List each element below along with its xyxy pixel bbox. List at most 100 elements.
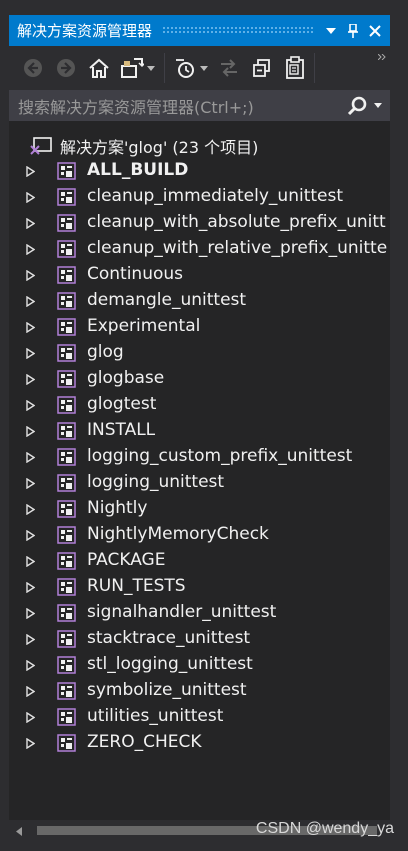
project-icon: [57, 682, 76, 700]
expand-arrow-icon[interactable]: [26, 348, 35, 359]
sync-with-active-document-button[interactable]: [215, 54, 243, 82]
expand-arrow-icon[interactable]: [26, 166, 35, 177]
expand-arrow-icon[interactable]: [26, 556, 35, 567]
expand-arrow-icon[interactable]: [26, 608, 35, 619]
properties-icon: [286, 56, 304, 79]
project-label: glogbase: [87, 368, 165, 388]
project-label: cleanup_with_absolute_prefix_unitt: [87, 212, 386, 232]
chevron-down-icon: [200, 65, 208, 71]
project-node[interactable]: PACKAGE: [9, 548, 390, 574]
expand-arrow-icon[interactable]: [26, 738, 35, 749]
forward-button[interactable]: [52, 54, 80, 82]
solution-tree[interactable]: 解决方案'glog' (23 个项目) ALL_BUILD cleanup_imm…: [9, 121, 390, 820]
expand-arrow-icon[interactable]: [26, 634, 35, 645]
back-icon: [24, 59, 42, 77]
toolbar-overflow-icon[interactable]: [377, 52, 386, 63]
properties-button[interactable]: [281, 54, 309, 82]
expand-arrow-icon[interactable]: [26, 192, 35, 203]
expand-arrow-icon[interactable]: [26, 504, 35, 515]
expand-arrow-icon[interactable]: [26, 244, 35, 255]
project-label: RUN_TESTS: [87, 576, 186, 596]
solution-icon: [30, 137, 52, 155]
expand-arrow-icon[interactable]: [26, 530, 35, 541]
expand-arrow-icon[interactable]: [26, 686, 35, 697]
project-label: Continuous: [87, 264, 184, 284]
project-node[interactable]: demangle_unittest: [9, 288, 390, 314]
project-node[interactable]: Nightly: [9, 496, 390, 522]
home-button[interactable]: [85, 54, 113, 82]
project-label: PACKAGE: [87, 550, 166, 570]
project-node[interactable]: stacktrace_unittest: [9, 626, 390, 652]
project-node[interactable]: NightlyMemoryCheck: [9, 522, 390, 548]
panel-title-bar[interactable]: 解决方案资源管理器: [9, 15, 390, 46]
project-icon: [57, 734, 76, 752]
project-icon: [57, 188, 76, 206]
project-label: cleanup_with_relative_prefix_unitte: [87, 238, 388, 258]
project-node[interactable]: symbolize_unittest: [9, 678, 390, 704]
project-label: INSTALL: [87, 420, 156, 440]
expand-arrow-icon[interactable]: [26, 218, 35, 229]
chevron-double-right-icon: [377, 53, 386, 61]
pending-changes-filter-icon: [176, 59, 194, 78]
project-node[interactable]: cleanup_with_relative_prefix_unitte: [9, 236, 390, 262]
project-node[interactable]: glog: [9, 340, 390, 366]
switch-views-dropdown[interactable]: [146, 65, 156, 71]
project-node[interactable]: Experimental: [9, 314, 390, 340]
close-button[interactable]: [364, 20, 386, 42]
project-icon: [57, 578, 76, 596]
project-label: signalhandler_unittest: [87, 602, 277, 622]
project-node[interactable]: ZERO_CHECK: [9, 730, 390, 756]
project-icon: [57, 500, 76, 518]
project-node[interactable]: signalhandler_unittest: [9, 600, 390, 626]
switch-views-button[interactable]: [118, 54, 146, 82]
project-node[interactable]: Continuous: [9, 262, 390, 288]
expand-arrow-icon[interactable]: [26, 582, 35, 593]
expand-arrow-icon[interactable]: [26, 712, 35, 723]
project-label: glog: [87, 342, 124, 362]
scroll-left-button[interactable]: [9, 826, 29, 836]
right-margin: [390, 15, 408, 851]
project-node[interactable]: RUN_TESTS: [9, 574, 390, 600]
window-position-dropdown-button[interactable]: [320, 20, 342, 42]
project-node[interactable]: ALL_BUILD: [9, 158, 390, 184]
collapse-all-icon: [253, 59, 270, 77]
search-box[interactable]: 搜索解决方案资源管理器(Ctrl+;): [9, 90, 390, 121]
project-node[interactable]: logging_unittest: [9, 470, 390, 496]
collapse-all-button[interactable]: [248, 54, 276, 82]
chevron-down-icon: [374, 103, 382, 108]
expand-arrow-icon[interactable]: [26, 374, 35, 385]
expand-arrow-icon[interactable]: [26, 452, 35, 463]
expand-arrow-icon[interactable]: [26, 426, 35, 437]
project-node[interactable]: utilities_unittest: [9, 704, 390, 730]
expand-arrow-icon[interactable]: [26, 478, 35, 489]
project-node[interactable]: glogtest: [9, 392, 390, 418]
project-node[interactable]: logging_custom_prefix_unittest: [9, 444, 390, 470]
back-button[interactable]: [19, 54, 47, 82]
search-input[interactable]: 搜索解决方案资源管理器(Ctrl+;): [9, 94, 344, 118]
expand-arrow-icon[interactable]: [26, 270, 35, 281]
search-options-dropdown[interactable]: [370, 103, 386, 108]
project-node[interactable]: cleanup_with_absolute_prefix_unitt: [9, 210, 390, 236]
pending-changes-filter-button[interactable]: [171, 54, 199, 82]
search-button[interactable]: [344, 93, 370, 119]
forward-icon: [57, 59, 75, 77]
project-label: symbolize_unittest: [87, 680, 247, 700]
project-label: glogtest: [87, 394, 157, 414]
drag-grip[interactable]: [162, 26, 314, 35]
expand-arrow-icon[interactable]: [26, 296, 35, 307]
project-icon: [57, 292, 76, 310]
project-node[interactable]: stl_logging_unittest: [9, 652, 390, 678]
expand-arrow-icon[interactable]: [26, 660, 35, 671]
auto-hide-pin-button[interactable]: [342, 20, 364, 42]
project-node[interactable]: cleanup_immediately_unittest: [9, 184, 390, 210]
sync-icon: [221, 59, 237, 77]
project-label: stl_logging_unittest: [87, 654, 253, 674]
project-node[interactable]: glogbase: [9, 366, 390, 392]
project-icon: [57, 630, 76, 648]
home-icon: [89, 58, 109, 78]
expand-arrow-icon[interactable]: [26, 322, 35, 333]
pending-changes-filter-dropdown[interactable]: [199, 65, 209, 71]
project-node[interactable]: INSTALL: [9, 418, 390, 444]
expand-arrow-icon[interactable]: [26, 400, 35, 411]
close-icon: [369, 24, 381, 37]
